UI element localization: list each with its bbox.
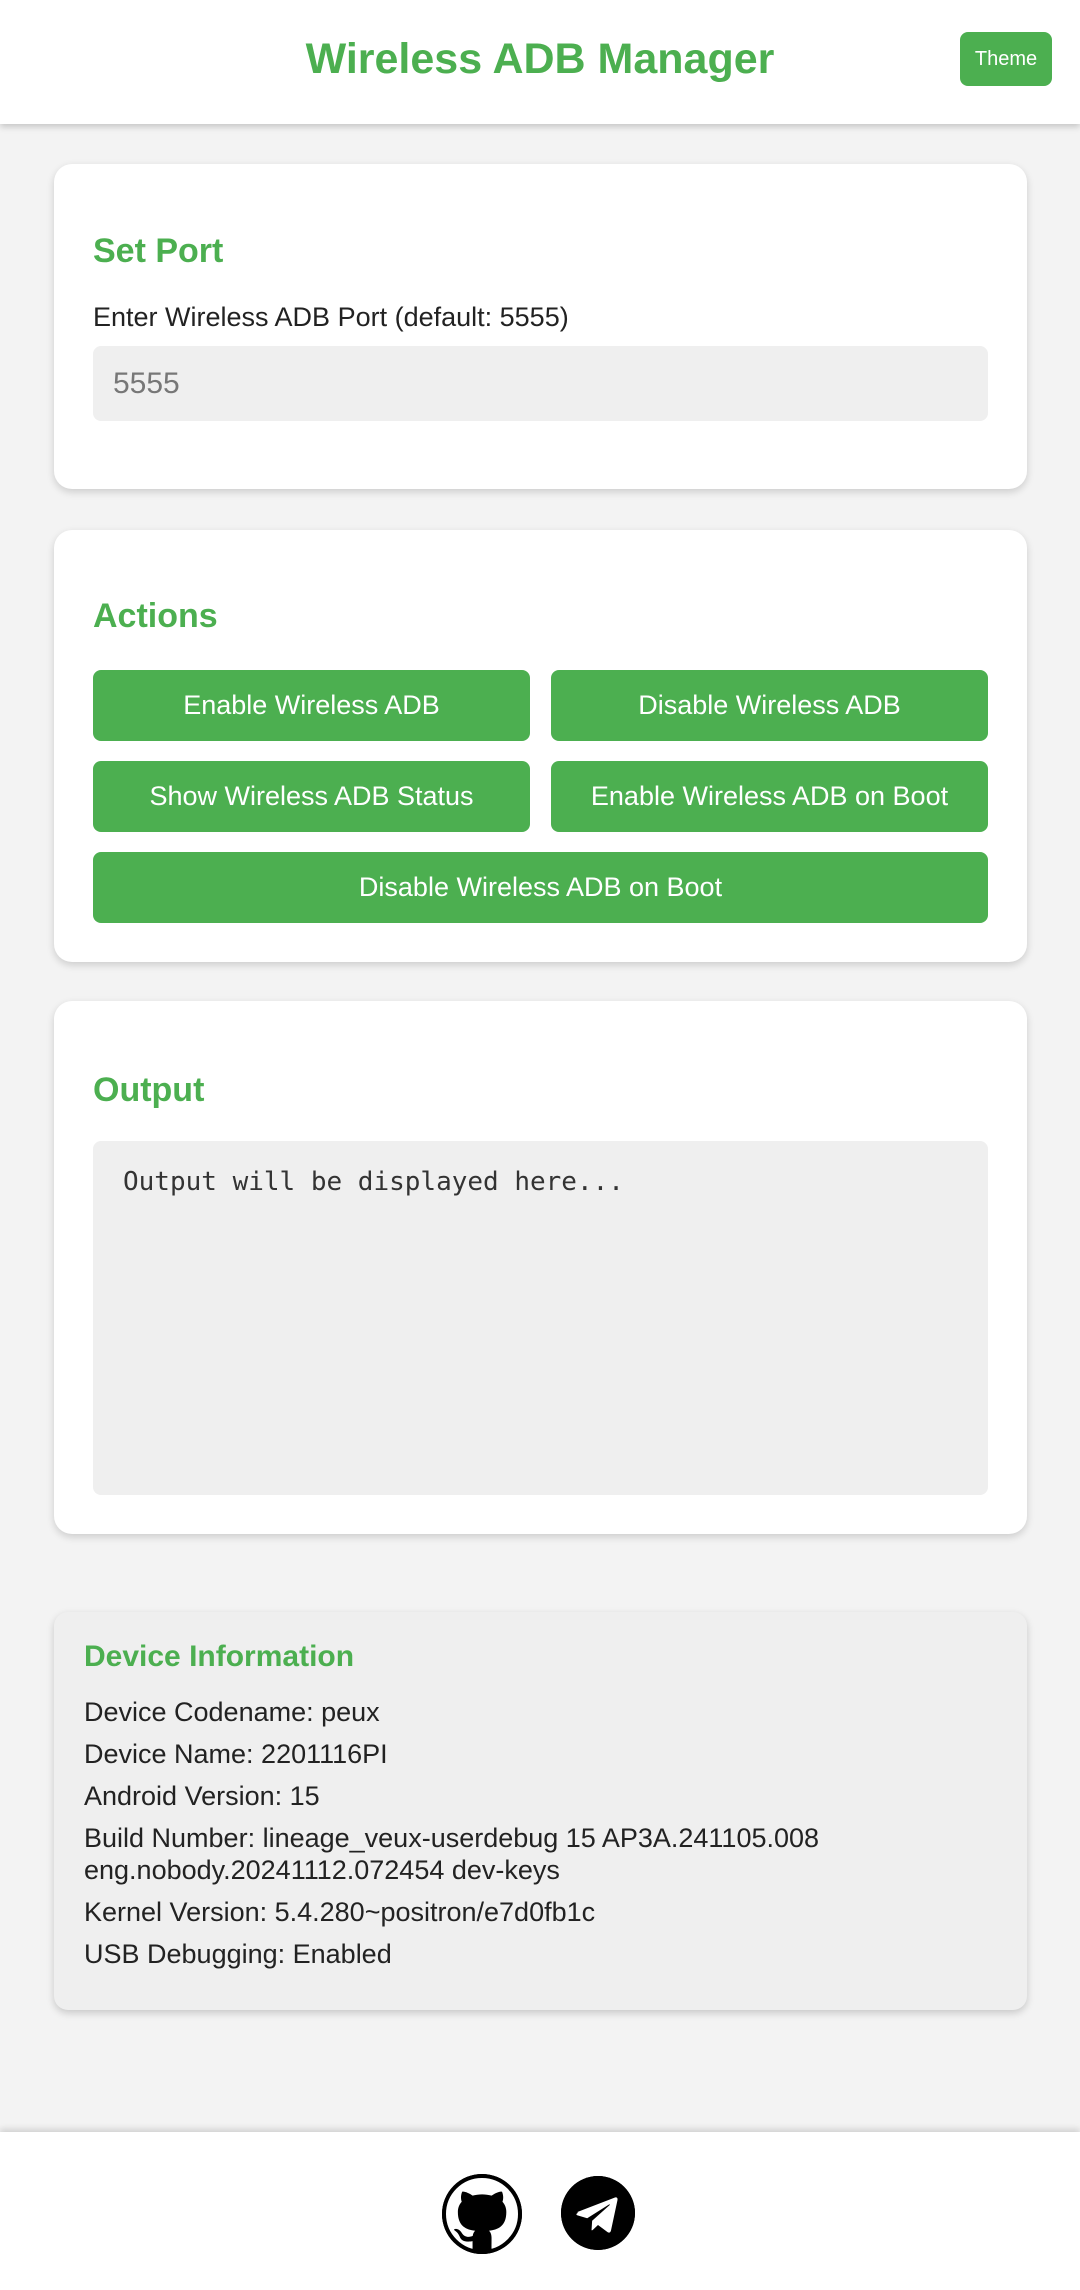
device-codename: Device Codename: peux: [84, 1697, 380, 1727]
telegram-icon: [561, 2176, 635, 2250]
disable-wireless-adb-on-boot-button[interactable]: Disable Wireless ADB on Boot: [93, 852, 988, 923]
device-information-list: Device Codename: peux Device Name: 22011…: [84, 1696, 994, 1980]
app-footer: [0, 2132, 1080, 2290]
enable-wireless-adb-on-boot-button[interactable]: Enable Wireless ADB on Boot: [551, 761, 988, 832]
usb-debugging: USB Debugging: Enabled: [84, 1939, 392, 1969]
actions-card: Actions Enable Wireless ADB Disable Wire…: [54, 530, 1027, 962]
theme-toggle-button[interactable]: Theme: [960, 32, 1052, 86]
show-wireless-adb-status-button[interactable]: Show Wireless ADB Status: [93, 761, 530, 832]
device-name: Device Name: 2201116PI: [84, 1739, 388, 1769]
set-port-title: Set Port: [93, 232, 224, 270]
actions-title: Actions: [93, 597, 218, 635]
set-port-card: Set Port Enter Wireless ADB Port (defaul…: [54, 164, 1027, 489]
enable-wireless-adb-button[interactable]: Enable Wireless ADB: [93, 670, 530, 741]
output-box[interactable]: Output will be displayed here...: [93, 1141, 988, 1495]
disable-wireless-adb-button[interactable]: Disable Wireless ADB: [551, 670, 988, 741]
android-version: Android Version: 15: [84, 1781, 320, 1811]
telegram-link[interactable]: [561, 2176, 635, 2250]
app-title: Wireless ADB Manager: [305, 35, 775, 83]
output-card: Output Output will be displayed here...: [54, 1001, 1027, 1534]
github-icon: [442, 2174, 522, 2254]
device-information-card: Device Information Device Codename: peux…: [54, 1612, 1027, 2010]
app-header: Wireless ADB Manager Theme: [0, 0, 1080, 124]
kernel-version: Kernel Version: 5.4.280~positron/e7d0fb1…: [84, 1897, 596, 1927]
build-number: Build Number: lineage_veux-userdebug 15 …: [84, 1823, 820, 1885]
device-information-title: Device Information: [84, 1640, 355, 1673]
port-label: Enter Wireless ADB Port (default: 5555): [93, 302, 569, 332]
github-link[interactable]: [442, 2174, 522, 2254]
output-title: Output: [93, 1071, 205, 1109]
port-input[interactable]: [93, 346, 988, 421]
